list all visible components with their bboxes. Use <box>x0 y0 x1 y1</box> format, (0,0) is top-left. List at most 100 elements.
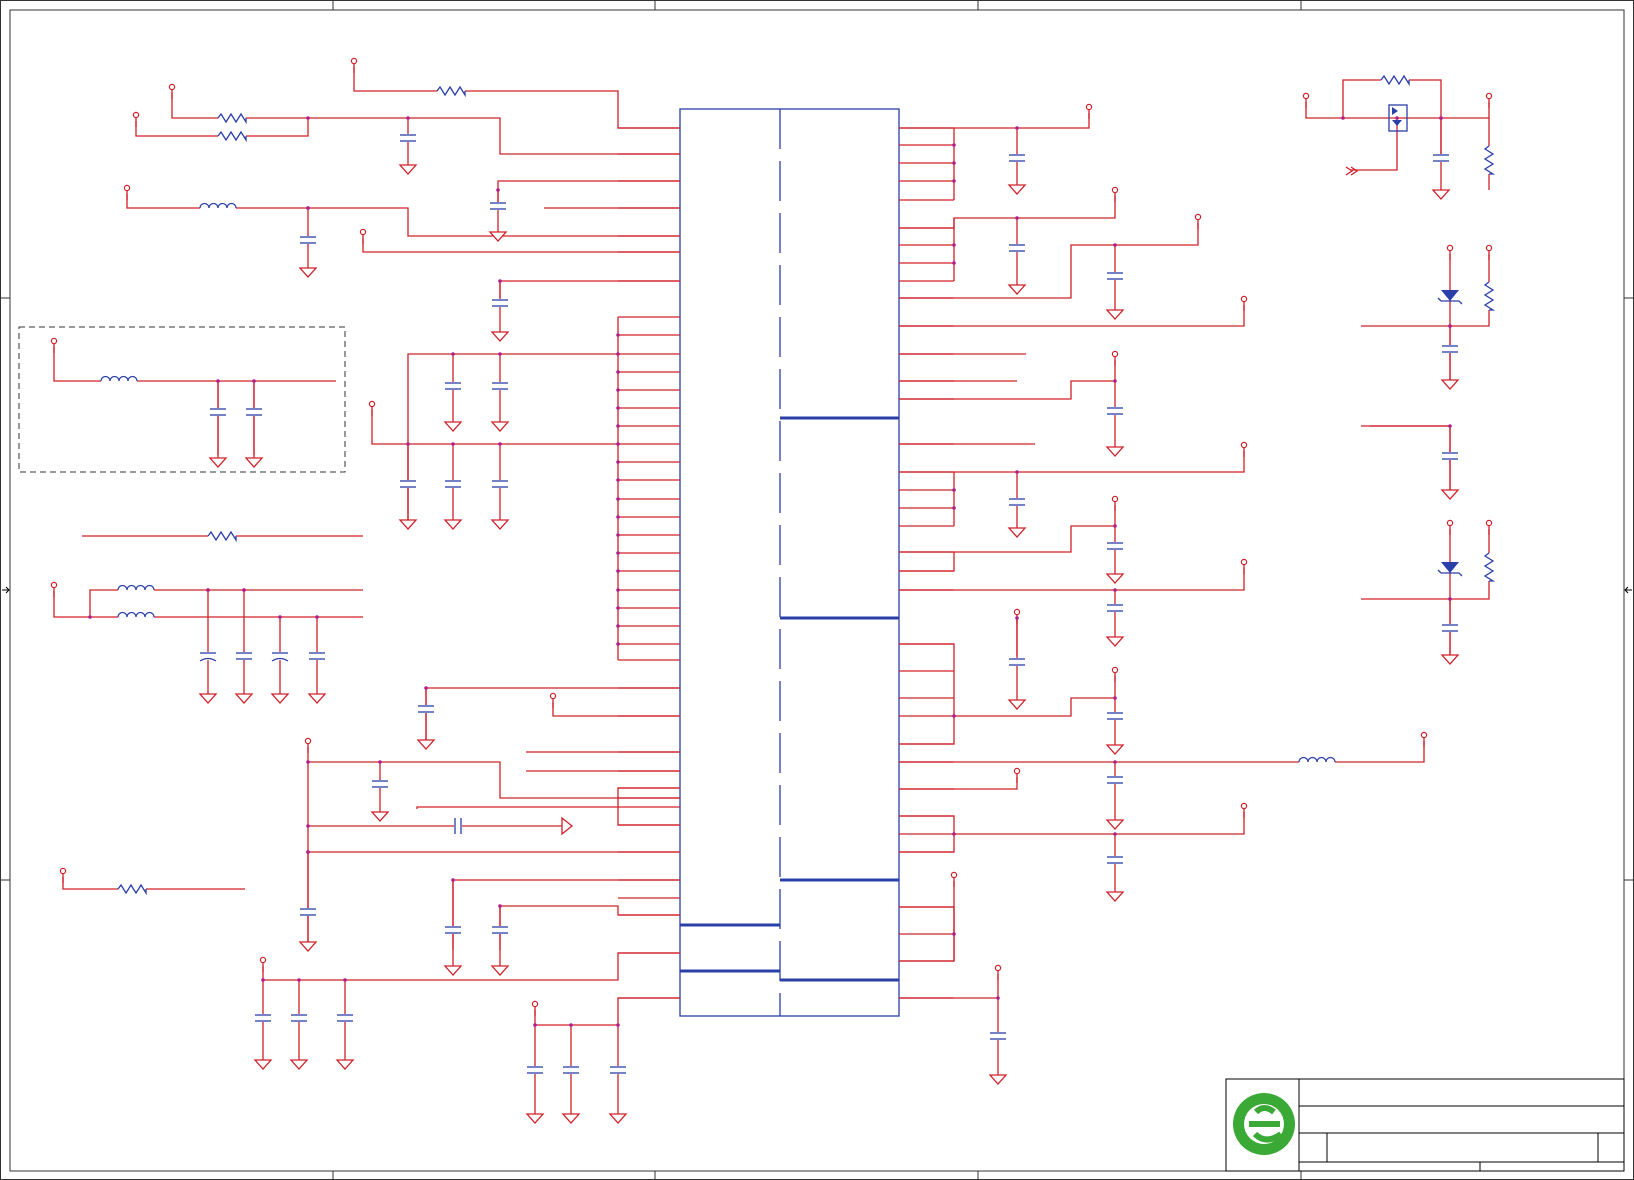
junction-dot <box>406 116 410 120</box>
junction-dot <box>206 588 210 592</box>
ground-icon <box>335 1054 355 1070</box>
ground-icon <box>490 514 510 530</box>
net-port-icon <box>368 400 376 408</box>
schematic-sheet <box>0 0 1634 1180</box>
electrolytic-capacitor-icon <box>199 652 217 662</box>
capacitor-icon <box>526 1066 544 1074</box>
capacitor-icon <box>491 382 509 390</box>
main-ic <box>679 108 900 1017</box>
signal-arrow-icon <box>561 816 574 836</box>
capacitor-icon <box>299 908 317 916</box>
junction-dot <box>616 642 620 646</box>
junction-dot <box>1113 379 1117 383</box>
junction-dot <box>1113 696 1117 700</box>
ic-left-pins <box>618 127 680 999</box>
junction-dot <box>315 615 319 619</box>
resistor-icon <box>1483 552 1496 582</box>
junction-dot <box>88 615 92 619</box>
junction-dot <box>616 624 620 628</box>
net-port-icon <box>950 871 958 879</box>
ground-icon <box>1105 886 1125 902</box>
junction-dot <box>278 615 282 619</box>
capacitor-icon <box>489 202 507 210</box>
net-port-icon <box>50 337 58 345</box>
junction-dot <box>306 206 310 210</box>
junction-dot <box>306 850 310 854</box>
junction-dot <box>616 588 620 592</box>
junction-dot <box>378 760 382 764</box>
net-port-icon <box>1013 767 1021 775</box>
ground-icon <box>525 1108 545 1124</box>
capacitor-icon <box>290 1014 308 1022</box>
junction-dot <box>952 832 956 836</box>
ground-icon <box>370 806 390 822</box>
junction-dot <box>306 824 310 828</box>
capacitor-icon <box>562 1066 580 1074</box>
net-port-icon <box>1302 92 1310 100</box>
capacitor-icon <box>609 1066 627 1074</box>
net-port-icon <box>1240 441 1248 449</box>
net-port-icon <box>350 57 358 65</box>
net-port-icon <box>549 692 557 700</box>
capacitor-icon <box>371 780 389 788</box>
ground-icon <box>416 734 436 750</box>
junction-dot <box>451 878 455 882</box>
ground-icon <box>1105 304 1125 320</box>
junction-dot <box>616 406 620 410</box>
junction-dot <box>569 1023 573 1027</box>
junction-dot <box>616 1023 620 1027</box>
electrolytic-capacitor-icon <box>271 652 289 662</box>
junction-dot <box>533 1023 537 1027</box>
capacitor-icon <box>235 652 253 660</box>
capacitor-icon <box>491 926 509 934</box>
junction-dot <box>306 116 310 120</box>
junction-dot <box>1341 116 1345 120</box>
net-port-icon <box>359 228 367 236</box>
capacitor-icon <box>1106 712 1124 720</box>
ground-icon <box>443 416 463 432</box>
junction-dot <box>1015 126 1019 130</box>
junction-dot <box>1015 216 1019 220</box>
junction-dot <box>1113 243 1117 247</box>
net-port-icon <box>1240 295 1248 303</box>
junction-dot <box>952 261 956 265</box>
net-port-icon <box>994 964 1002 972</box>
capacitor-icon <box>1008 244 1026 252</box>
junction-dot <box>952 506 956 510</box>
net-port-icon <box>1485 92 1493 100</box>
ground-icon <box>1440 649 1460 665</box>
left-wiring <box>53 67 680 1026</box>
capacitor-icon <box>1106 407 1124 415</box>
capacitor-icon <box>1106 776 1124 784</box>
junction-dot <box>1113 524 1117 528</box>
ground-icon <box>398 514 418 530</box>
ground-icon <box>1440 374 1460 390</box>
ground-icon <box>443 514 463 530</box>
junction-dot <box>252 379 256 383</box>
net-port-icon <box>1446 519 1454 527</box>
capacitor-icon <box>245 408 263 416</box>
junction-dot <box>1113 760 1117 764</box>
ground-icon <box>988 1069 1008 1085</box>
resistor-icon <box>217 112 247 125</box>
capacitor-icon <box>1441 452 1459 460</box>
junction-dot <box>1448 597 1452 601</box>
ground-icon <box>443 960 463 976</box>
junction-dot <box>616 424 620 428</box>
junction-dot <box>242 588 246 592</box>
capacitor-icon <box>444 480 462 488</box>
junction-dot <box>616 352 620 356</box>
junction-dot <box>261 978 265 982</box>
resistor-icon <box>217 130 247 143</box>
ground-icon <box>561 1108 581 1124</box>
junction-dot <box>616 533 620 537</box>
junction-dot <box>952 161 956 165</box>
net-port-icon <box>1111 186 1119 194</box>
resistor-icon <box>1483 145 1496 175</box>
net-port-icon <box>1013 608 1021 616</box>
net-port-icon <box>1446 244 1454 252</box>
ground-icon <box>1007 522 1027 538</box>
net-port-icon <box>1111 666 1119 674</box>
junction-dot <box>1395 116 1399 120</box>
junction-dot <box>952 488 956 492</box>
